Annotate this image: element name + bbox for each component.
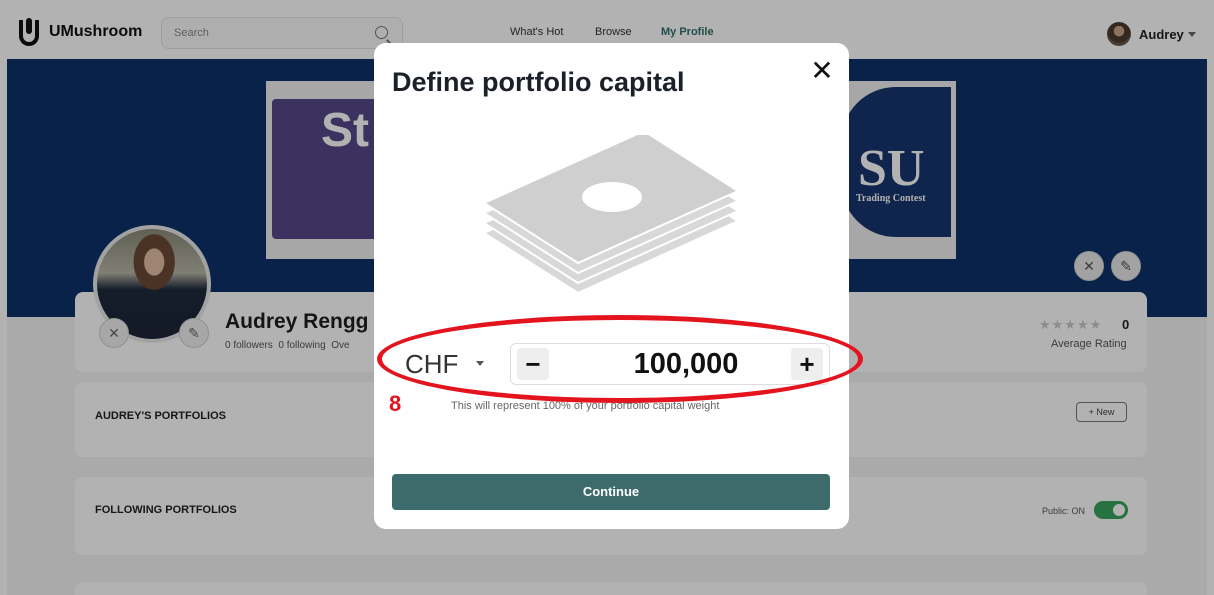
continue-button[interactable]: Continue (392, 474, 830, 510)
annotation-step-number: 8 (389, 391, 402, 416)
define-capital-modal: Define portfolio capital ✕ CHF − 100,000… (374, 43, 849, 529)
annotation-highlight-ellipse (377, 315, 863, 403)
close-icon: ✕ (810, 55, 834, 86)
close-modal-button[interactable]: ✕ (808, 57, 836, 85)
modal-title: Define portfolio capital (392, 67, 685, 97)
money-stack-icon (482, 135, 741, 295)
